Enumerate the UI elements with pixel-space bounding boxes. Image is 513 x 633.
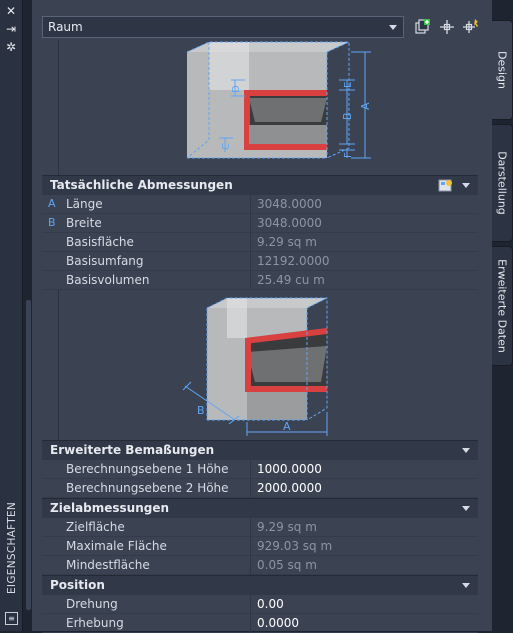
dimension-diagram-top: A B C D E F [58, 40, 479, 175]
autohide-icon[interactable]: ⇥ [3, 22, 19, 36]
chevron-down-icon [462, 448, 470, 453]
tab-label: Darstellung [495, 151, 509, 215]
property-row-calc-plane-1[interactable]: Berechnungsebene 1 Höhe 1000.0000 [42, 460, 478, 479]
section-title: Zielabmessungen [50, 501, 170, 515]
property-row-base-perimeter: Basisumfang 12192.0000 [42, 252, 478, 271]
dim-label-a: A [359, 102, 372, 110]
property-value: 3048.0000 [257, 197, 322, 211]
properties-panel: Raum A B C D E F Tatsächliche Abmessunge… [32, 0, 513, 633]
chevron-down-icon [462, 583, 470, 588]
dim-label-b: B [197, 404, 205, 417]
property-row-rotation[interactable]: Drehung 0.00 [42, 595, 478, 614]
property-value-input[interactable]: 0.00 [257, 597, 284, 611]
property-label: Basisfläche [66, 235, 134, 249]
select-objects-icon[interactable] [438, 18, 456, 36]
dim-label-c: C [221, 143, 232, 150]
property-label: Basisumfang [66, 254, 144, 268]
property-row-length: A Länge 3048.0000 [42, 195, 478, 214]
property-row-width: B Breite 3048.0000 [42, 214, 478, 233]
tab-display[interactable]: Darstellung [492, 124, 513, 242]
dim-key: B [48, 216, 56, 229]
property-label: Breite [66, 216, 102, 230]
room-3d-diagram: A B C D E F [186, 41, 372, 159]
property-value-input[interactable]: 2000.0000 [257, 481, 322, 495]
toolbar: Raum [32, 0, 492, 40]
room-plan-diagram: A B [182, 297, 328, 436]
property-row-base-volume: Basisvolumen 25.49 cu m [42, 271, 478, 290]
tab-extended-data[interactable]: Erweiterte Daten [492, 246, 513, 366]
chevron-down-icon [389, 25, 397, 30]
property-value-input[interactable]: 1000.0000 [257, 462, 322, 476]
property-row-target-area: Zielfläche 9.29 sq m [42, 518, 478, 537]
property-label: Berechnungsebene 1 Höhe [66, 462, 229, 476]
palette-title: EIGENSCHAFTEN [6, 501, 18, 594]
dim-label-b: B [341, 112, 354, 120]
section-title: Erweiterte Bemaßungen [50, 443, 215, 457]
property-value: 12192.0000 [257, 254, 330, 268]
dim-label-a: A [283, 420, 291, 433]
property-row-elevation[interactable]: Erhebung 0.0000 [42, 614, 478, 633]
property-label: Zielfläche [66, 520, 125, 534]
tab-label: Design [495, 51, 509, 89]
palette-titlebar: ✕ ⇥ ✲ EIGENSCHAFTEN ≡ [0, 0, 23, 631]
section-extended-dimensions[interactable]: Erweiterte Bemaßungen [42, 440, 478, 460]
dim-label-f: F [343, 152, 354, 158]
property-row-calc-plane-2[interactable]: Berechnungsebene 2 Höhe 2000.0000 [42, 479, 478, 498]
property-value: 9.29 sq m [257, 520, 317, 534]
property-label: Länge [66, 197, 103, 211]
property-label: Drehung [66, 597, 118, 611]
properties-icon[interactable]: ≡ [5, 612, 18, 625]
property-value: 0.05 sq m [257, 558, 317, 572]
dim-label-e: E [343, 82, 354, 88]
settings-icon[interactable]: ✲ [3, 40, 19, 54]
property-label: Berechnungsebene 2 Höhe [66, 481, 229, 495]
property-row-max-area: Maximale Fläche 929.03 sq m [42, 537, 478, 556]
property-label: Erhebung [66, 616, 124, 630]
left-scrollbar[interactable] [26, 300, 31, 610]
close-icon[interactable]: ✕ [3, 4, 19, 18]
calculator-icon[interactable] [438, 178, 454, 193]
property-value: 929.03 sq m [257, 539, 333, 553]
property-row-min-area: Mindestfläche 0.05 sq m [42, 556, 478, 575]
property-label: Mindestfläche [66, 558, 150, 572]
property-label: Maximale Fläche [66, 539, 167, 553]
object-type-select[interactable]: Raum [42, 16, 404, 38]
section-actual-dimensions[interactable]: Tatsächliche Abmessungen [42, 175, 478, 195]
property-value: 25.49 cu m [257, 273, 325, 287]
section-target-dimensions[interactable]: Zielabmessungen [42, 498, 478, 518]
properties-content: A B C D E F Tatsächliche Abmessungen A L… [42, 40, 479, 633]
section-title: Position [50, 578, 105, 592]
dim-key: A [48, 197, 56, 210]
property-label: Basisvolumen [66, 273, 150, 287]
property-value-input[interactable]: 0.0000 [257, 616, 299, 630]
dimension-diagram-bottom: A B [58, 290, 479, 440]
property-value: 9.29 sq m [257, 235, 317, 249]
object-type-value: Raum [48, 20, 83, 34]
section-position[interactable]: Position [42, 575, 478, 595]
quick-select-icon[interactable] [414, 18, 432, 36]
property-row-base-area: Basisfläche 9.29 sq m [42, 233, 478, 252]
tab-design[interactable]: Design [492, 20, 513, 120]
pickadd-icon[interactable] [462, 18, 480, 36]
tab-label: Erweiterte Daten [495, 259, 509, 353]
dim-label-d: D [231, 85, 242, 93]
chevron-down-icon [462, 183, 470, 188]
section-title: Tatsächliche Abmessungen [50, 178, 233, 192]
chevron-down-icon [462, 506, 470, 511]
property-value: 3048.0000 [257, 216, 322, 230]
